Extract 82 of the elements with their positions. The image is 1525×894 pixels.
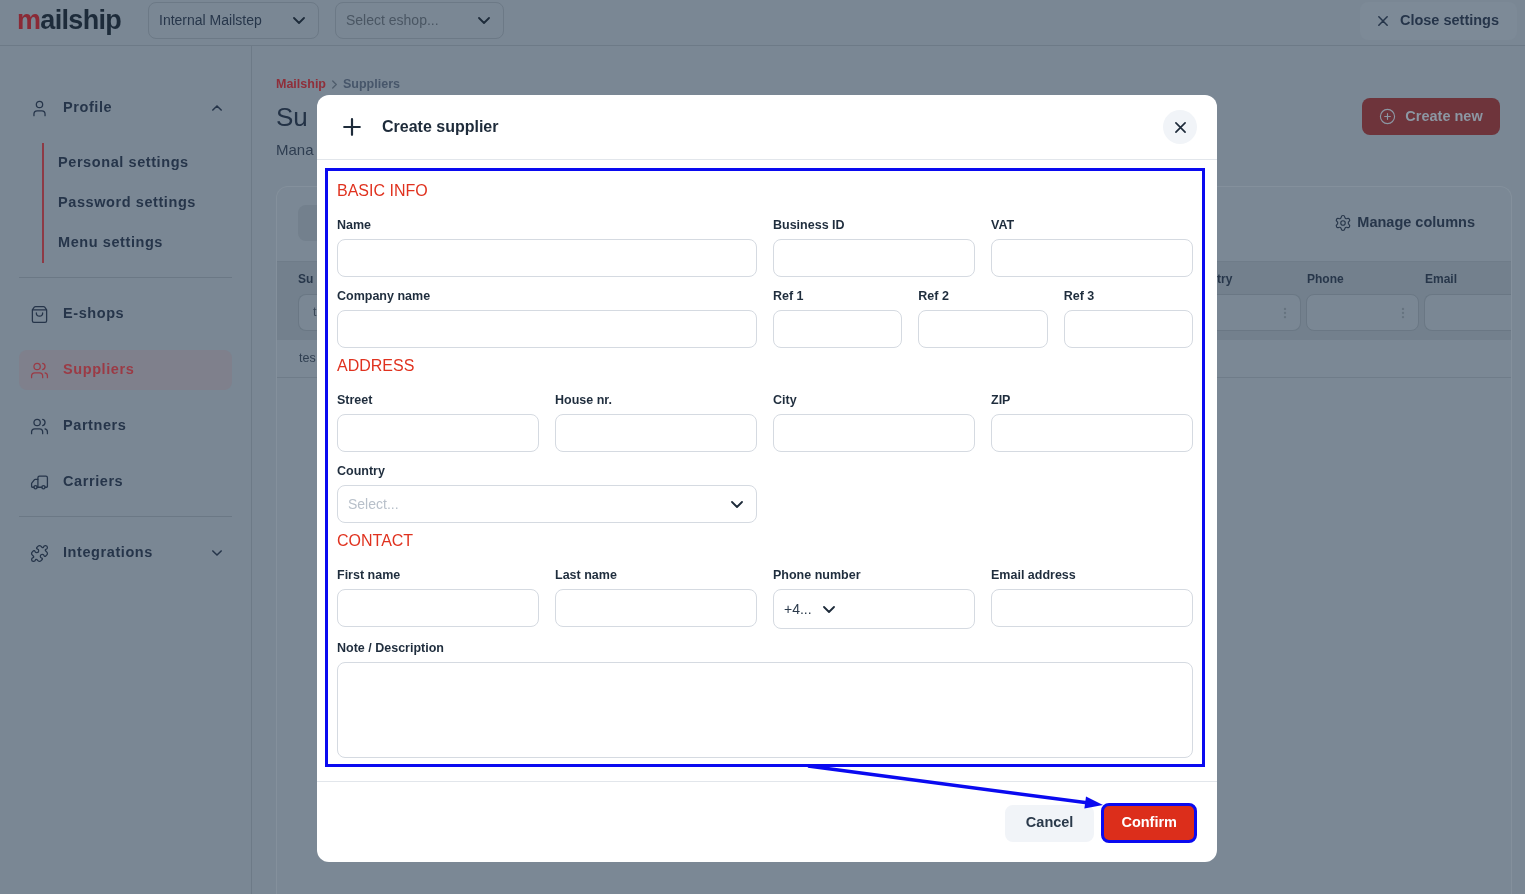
users-icon [30,416,49,436]
text-field[interactable] [773,310,903,348]
text-field[interactable] [773,414,975,452]
breadcrumb-link[interactable]: Mailship [276,74,326,94]
phone-field[interactable]: +4... [773,589,975,629]
field-label: Country [337,464,386,478]
filter-field[interactable] [1424,294,1511,331]
field-label: First name [337,568,402,582]
text-field[interactable] [337,310,757,348]
sidebar-item[interactable]: Carriers [19,462,232,502]
field-label: Ref 3 [1063,289,1096,303]
sidebar-item[interactable]: E-shops [19,294,232,334]
column-header: Su [298,272,315,286]
field-label: Ref 2 [918,289,950,303]
dropdown-select[interactable]: Internal Mailstep [148,2,319,39]
text-field[interactable] [991,414,1193,452]
sidebar-subitem[interactable]: Password settings [58,183,232,223]
dialog-title: Create supplier [382,117,499,137]
field-label: Email address [991,568,1077,582]
manage-columns-button[interactable]: Manage columns [1334,212,1475,234]
sidebar-subitem[interactable]: Menu settings [58,223,232,263]
page-title: Su [276,103,308,130]
confirm-button[interactable]: Confirm [1101,803,1197,843]
sidebar-item[interactable]: Integrations [19,533,232,573]
sidebar-subitem[interactable]: Personal settings [58,143,232,183]
column-header: try [1216,272,1233,286]
close-button[interactable] [1163,110,1197,144]
section-heading: ADDRESS [337,356,415,376]
chevron-down-icon [731,500,743,508]
text-field[interactable] [1063,310,1193,348]
field-label: Note / Description [337,641,445,655]
field-label: Company name [337,289,432,303]
settings-icon [1334,214,1353,232]
chevron-right-icon [332,79,337,89]
country-select[interactable]: Select... [337,485,757,523]
field-label: City [773,393,798,407]
text-field[interactable] [991,589,1193,627]
text-field[interactable] [555,414,757,452]
field-label: Ref 1 [773,289,805,303]
country-code-select[interactable]: +4... [784,598,835,620]
section-heading: CONTACT [337,531,414,551]
bag-icon [30,304,49,324]
plus-icon [343,118,361,136]
puzzle-icon [30,543,49,563]
chevron-down-icon [293,17,305,24]
chevron-down-icon [822,605,835,613]
text-field[interactable] [991,239,1193,277]
text-field[interactable] [337,589,539,627]
cancel-button[interactable]: Cancel [1004,804,1095,842]
column-header: Email [1424,272,1457,286]
plus-circle-icon [1379,108,1397,125]
close-icon [1174,121,1186,133]
user-icon [30,98,49,118]
field-label: Business ID [773,218,846,232]
page-subtitle: Mana [276,141,314,159]
sidebar-item[interactable]: Suppliers [19,350,232,390]
text-field[interactable] [337,239,757,277]
table-cell-text: tes [299,350,316,368]
chevron-down-icon [478,17,490,24]
close-icon [1377,16,1388,26]
create-new-button[interactable]: Create new [1362,98,1500,135]
text-field[interactable] [918,310,1048,348]
column-header: Phone [1306,272,1344,286]
text-field[interactable] [555,589,757,627]
field-label: Phone number [773,568,862,582]
field-label: Name [337,218,373,232]
text-field[interactable] [337,414,539,452]
field-label: ZIP [991,393,1012,407]
sidebar-item[interactable]: Profile [19,88,232,128]
field-label: Last name [555,568,618,582]
filter-field[interactable] [1216,294,1301,331]
field-label: Street [337,393,374,407]
logo: mailship [17,7,122,34]
section-heading: BASIC INFO [337,181,428,201]
field-label: VAT [991,218,1016,232]
text-field[interactable] [773,239,975,277]
filter-field[interactable]: t [298,294,317,331]
field-label: House nr. [555,393,613,407]
sidebar-item[interactable]: Partners [19,406,232,446]
toolbar-button[interactable] [298,205,317,241]
note-field[interactable] [337,662,1193,758]
users-icon [30,360,49,380]
